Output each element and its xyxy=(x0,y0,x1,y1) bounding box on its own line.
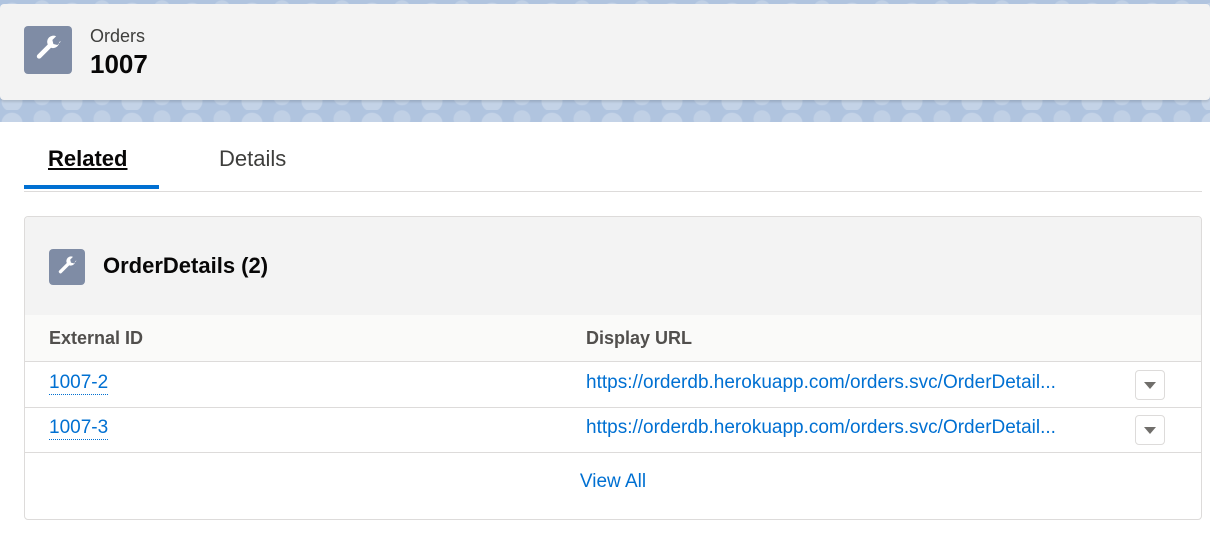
chevron-down-icon xyxy=(1144,382,1156,389)
display-url-link[interactable]: https://orderdb.herokuapp.com/orders.svc… xyxy=(586,372,1111,394)
table-header: External ID Display URL xyxy=(25,315,1201,362)
tab-related[interactable]: Related xyxy=(48,146,127,172)
record-header: Orders 1007 xyxy=(0,4,1210,100)
object-type-label: Orders xyxy=(90,26,146,46)
page-body: Related Details OrderDetails (2) Externa… xyxy=(0,122,1210,536)
display-url-link[interactable]: https://orderdb.herokuapp.com/orders.svc… xyxy=(586,417,1111,439)
wrench-icon xyxy=(49,249,85,285)
tab-bar: Related Details xyxy=(24,122,1202,192)
column-header-display-url[interactable]: Display URL xyxy=(586,328,692,349)
view-all-link[interactable]: View All xyxy=(25,471,1201,493)
related-list-title[interactable]: OrderDetails (2) xyxy=(103,253,268,279)
external-id-link[interactable]: 1007-3 xyxy=(49,417,109,440)
chevron-down-icon xyxy=(1144,427,1156,434)
column-header-external-id[interactable]: External ID xyxy=(49,328,143,349)
record-name: 1007 xyxy=(90,49,148,79)
row-actions-button[interactable] xyxy=(1135,415,1165,445)
active-tab-indicator xyxy=(24,185,159,189)
row-actions-button[interactable] xyxy=(1135,370,1165,400)
table-row: 1007-3 https://orderdb.herokuapp.com/ord… xyxy=(25,407,1201,453)
related-list-card: OrderDetails (2) External ID Display URL… xyxy=(24,216,1202,520)
tab-details[interactable]: Details xyxy=(219,146,286,172)
card-header: OrderDetails (2) xyxy=(25,217,1201,316)
external-id-link[interactable]: 1007-2 xyxy=(49,372,109,395)
wrench-icon xyxy=(24,26,72,74)
table-row: 1007-2 https://orderdb.herokuapp.com/ord… xyxy=(25,362,1201,408)
